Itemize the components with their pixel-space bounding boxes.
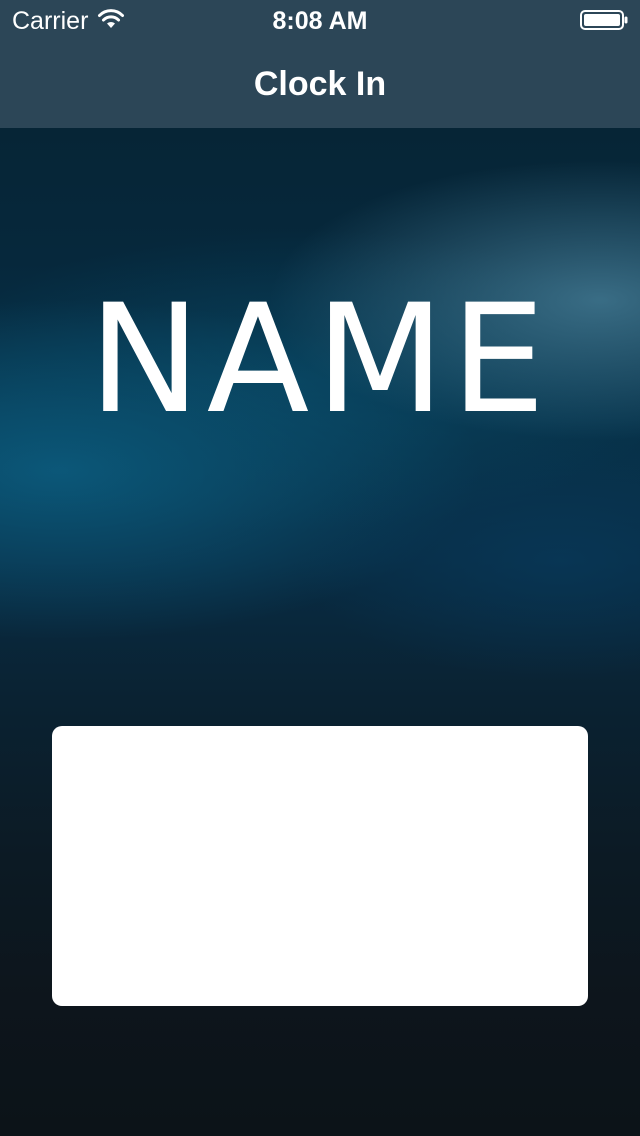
clock-in-card[interactable] (52, 726, 588, 1006)
status-time: 8:08 AM (272, 7, 368, 35)
employee-name-heading: NAME (88, 273, 552, 447)
navigation-bar: Carrier 8:08 AM Clock In (0, 0, 640, 128)
clock-in-screen: Carrier 8:08 AM Clock In NAME (0, 0, 640, 1136)
battery-icon (580, 10, 628, 30)
status-bar: Carrier 8:08 AM (0, 0, 640, 40)
nav-title: Clock In (253, 65, 387, 103)
